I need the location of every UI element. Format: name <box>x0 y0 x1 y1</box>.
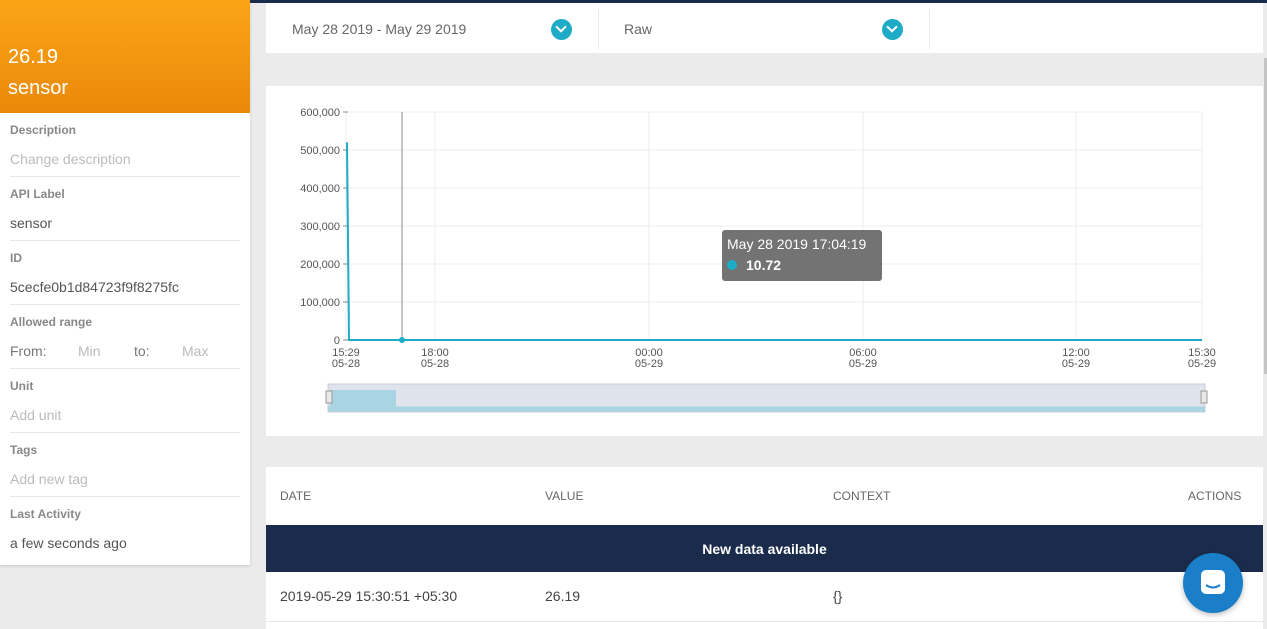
header-value[interactable]: VALUE <box>545 489 583 503</box>
last-value: 26.19 <box>8 46 59 68</box>
chevron-down-icon[interactable] <box>551 18 572 40</box>
range-max-input[interactable]: Max <box>182 343 238 359</box>
variable-header: 26.19 sensor <box>0 0 250 113</box>
range-min-input[interactable]: Min <box>78 343 134 359</box>
y-tick-label: 600,000 <box>300 107 340 119</box>
x-tick-label: 05-29 <box>849 358 877 370</box>
api-label-field: API Label sensor <box>10 177 240 241</box>
x-axis-ticks: 15:2905-2818:0005-2800:0005-2906:0005-29… <box>332 347 1216 370</box>
tooltip-date: May 28 2019 17:04:19 <box>727 236 867 252</box>
id-value: 5cecfe0b1d84723f9f8275fc <box>10 279 179 295</box>
table-header: DATE VALUE CONTEXT ACTIONS <box>266 467 1263 525</box>
y-tick-label: 100,000 <box>300 297 340 309</box>
last-activity-value: a few seconds ago <box>10 535 127 551</box>
api-label-input[interactable]: sensor <box>10 215 240 231</box>
x-tick-label: 05-29 <box>1062 358 1090 370</box>
tags-input[interactable]: Add new tag <box>10 471 240 487</box>
api-label-label: API Label <box>10 187 65 201</box>
allowed-range-field: Allowed range From: Min to: Max <box>10 305 240 369</box>
chevron-down-icon[interactable] <box>882 18 903 40</box>
id-label: ID <box>10 251 22 265</box>
chart-card: 600,000 500,000 400,000 300,000 200,000 100,0… <box>266 86 1263 436</box>
tags-field: Tags Add new tag <box>10 433 240 497</box>
x-tick-label: 05-29 <box>635 358 663 370</box>
chat-launcher-button[interactable] <box>1183 553 1243 613</box>
header-actions: ACTIONS <box>1188 489 1242 503</box>
y-tick-label: 200,000 <box>300 259 340 271</box>
x-tick-label: 05-28 <box>332 358 360 370</box>
y-tick-label: 500,000 <box>300 145 340 157</box>
aggregation-dropdown[interactable]: Raw <box>599 9 930 49</box>
filter-bar: May 28 2019 - May 29 2019 Raw <box>266 3 1263 53</box>
y-tick-label: 400,000 <box>300 183 340 195</box>
hover-point <box>399 337 405 343</box>
x-tick-label: 05-28 <box>421 358 449 370</box>
y-axis-ticks: 600,000 500,000 400,000 300,000 200,000 100,0… <box>300 107 348 347</box>
row-context[interactable]: {} <box>833 588 842 604</box>
header-date[interactable]: DATE <box>280 489 311 503</box>
header-context: CONTEXT <box>833 489 891 503</box>
unit-field: Unit Add unit <box>10 369 240 433</box>
chart-grid <box>345 111 1203 341</box>
variable-name[interactable]: sensor <box>8 76 242 100</box>
x-tick-label: 05-29 <box>1188 358 1216 370</box>
aggregation-value: Raw <box>624 21 653 37</box>
variable-details-panel: 26.19 sensor Description Change descript… <box>0 0 250 565</box>
unit-label: Unit <box>10 379 34 393</box>
row-date: 2019-05-29 15:30:51 +05:30 <box>280 588 458 604</box>
row-value[interactable]: 26.19 <box>545 588 580 604</box>
date-range-dropdown[interactable]: May 28 2019 - May 29 2019 <box>266 9 599 49</box>
unit-input[interactable]: Add unit <box>10 407 240 423</box>
series-dot-icon <box>727 260 737 270</box>
allowed-range-label: Allowed range <box>10 315 93 329</box>
values-table: DATE VALUE CONTEXT ACTIONS New data avai… <box>266 467 1263 629</box>
description-field: Description Change description <box>10 113 240 177</box>
chart-tooltip: May 28 2019 17:04:19 10.72 <box>722 230 882 281</box>
tags-label: Tags <box>10 443 38 457</box>
last-activity-label: Last Activity <box>10 507 81 521</box>
navigator-handle-right[interactable] <box>1200 390 1208 404</box>
id-field: ID 5cecfe0b1d84723f9f8275fc <box>10 241 240 305</box>
date-range-value: May 28 2019 - May 29 2019 <box>292 21 467 37</box>
description-input[interactable]: Change description <box>10 151 240 167</box>
new-data-banner[interactable]: New data available <box>266 525 1263 572</box>
navigator-handle-left[interactable] <box>325 390 333 404</box>
tooltip-value: 10.72 <box>746 257 782 273</box>
description-label: Description <box>10 123 77 137</box>
y-tick-label: 0 <box>334 335 340 347</box>
table-row: 2019-05-29 15:30:51 +05:30 26.19 {} <box>266 572 1263 622</box>
chat-icon <box>1201 570 1225 594</box>
y-tick-label: 300,000 <box>300 221 340 233</box>
range-to-label: to: <box>134 343 150 359</box>
range-from-label: From: <box>10 343 47 359</box>
last-activity-field: Last Activity a few seconds ago <box>10 497 240 561</box>
